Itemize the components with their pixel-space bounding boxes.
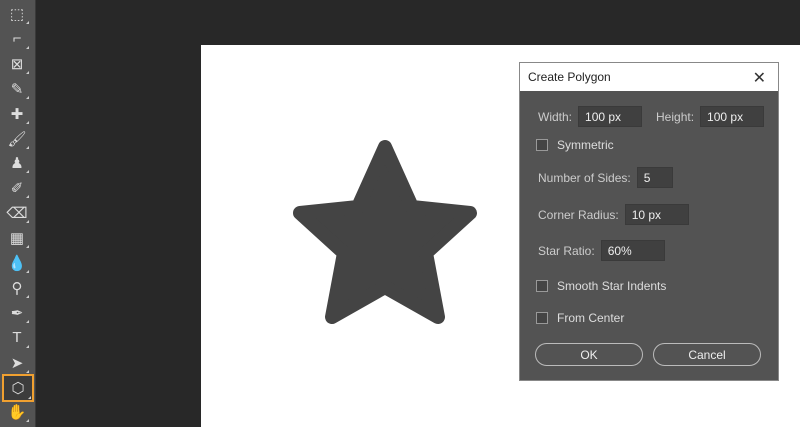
tools-panel: ⬚ ⌐ ⊠ ✎ ✚ 🖌 ♟ ✐ ⌫ ▦ 💧 ⚲ ✒ T ➤ ⬡ ✋ (0, 0, 36, 427)
corner-radius-label: Corner Radius: (538, 207, 619, 222)
width-input[interactable]: 100 px (578, 106, 643, 127)
healing-tool-icon[interactable]: ✚ (4, 103, 30, 125)
corner-radius-input[interactable]: 10 px (624, 204, 689, 225)
history-brush-tool-icon[interactable]: ✐ (4, 177, 30, 199)
crop-tool-icon[interactable]: ⌐ (4, 28, 30, 50)
checkbox-box[interactable] (536, 312, 548, 324)
sides-label: Number of Sides: (538, 170, 631, 185)
artboard-tool-icon[interactable]: ⬚ (4, 3, 30, 25)
dialog-title: Create Polygon (528, 70, 611, 84)
width-label: Width: (538, 109, 573, 124)
frame-tool-icon[interactable]: ⊠ (4, 53, 30, 75)
create-polygon-dialog: Create Polygon ✕ Width: 100 px Height: 1… (519, 62, 779, 381)
checkbox-box[interactable] (536, 280, 548, 292)
pen-tool-icon[interactable]: ✒ (4, 302, 30, 324)
from-center-label: From Center (557, 311, 625, 325)
eyedropper-tool-icon[interactable]: ✎ (4, 78, 30, 100)
hand-tool-icon[interactable]: ✋ (4, 401, 30, 423)
sides-input[interactable]: 5 (636, 167, 673, 188)
smooth-indents-checkbox[interactable]: Smooth Star Indents (536, 279, 666, 293)
cancel-button[interactable]: Cancel (653, 343, 761, 366)
type-tool-icon[interactable]: T (4, 327, 30, 349)
star-shape[interactable] (290, 135, 480, 335)
stamp-tool-icon[interactable]: ♟ (4, 152, 30, 174)
symmetric-checkbox[interactable]: Symmetric (536, 138, 614, 152)
from-center-checkbox[interactable]: From Center (536, 311, 624, 325)
checkbox-box[interactable] (536, 139, 548, 151)
smooth-indents-label: Smooth Star Indents (557, 279, 667, 293)
height-label: Height: (656, 109, 695, 124)
eraser-tool-icon[interactable]: ⌫ (4, 202, 30, 224)
dodge-tool-icon[interactable]: ⚲ (4, 277, 30, 299)
brush-tool-icon[interactable]: 🖌 (4, 128, 30, 150)
height-input[interactable]: 100 px (700, 106, 765, 127)
close-icon[interactable]: ✕ (753, 68, 766, 88)
ok-button[interactable]: OK (535, 343, 643, 366)
gradient-tool-icon[interactable]: ▦ (4, 227, 30, 249)
path-select-tool-icon[interactable]: ➤ (4, 352, 30, 374)
polygon-tool-icon[interactable]: ⬡ (2, 373, 34, 402)
blur-tool-icon[interactable]: 💧 (4, 252, 30, 274)
symmetric-label: Symmetric (557, 138, 614, 152)
star-ratio-input[interactable]: 60% (600, 240, 665, 261)
star-ratio-label: Star Ratio: (538, 243, 595, 258)
dialog-titlebar: Create Polygon ✕ (520, 63, 778, 91)
